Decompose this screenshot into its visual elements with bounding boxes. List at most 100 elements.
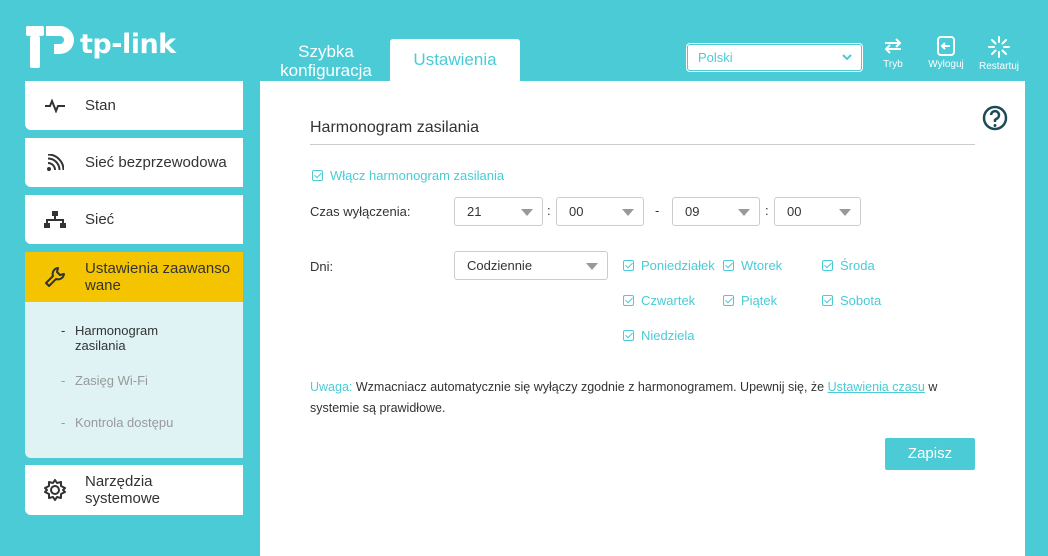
sidebar-item-label: Ustawienia zaawanso: [85, 260, 231, 277]
tp-link-logo: tp-link: [24, 18, 176, 70]
sidebar-item-status[interactable]: Stan: [25, 81, 243, 130]
submenu-item-access-control[interactable]: - Kontrola dostępu: [61, 415, 174, 430]
language-select[interactable]: Polski: [687, 44, 862, 71]
logout-button[interactable]: Wyloguj: [924, 36, 968, 70]
day-checkbox-tuesday[interactable]: Wtorek: [723, 258, 782, 273]
enable-schedule-checkbox[interactable]: Włącz harmonogram zasilania: [312, 168, 504, 183]
title-divider: [310, 144, 975, 145]
sidebar-item-label: Sieć bezprzewodowa: [85, 154, 227, 171]
main-panel: [260, 81, 1025, 556]
sidebar-item-label: Sieć: [85, 211, 115, 228]
help-button[interactable]: [982, 105, 1008, 136]
time-settings-link[interactable]: Ustawienia czasu: [828, 380, 925, 394]
day-checkbox-friday[interactable]: Piątek: [723, 293, 777, 308]
start-minute-select[interactable]: 00: [556, 197, 644, 226]
checkbox-checked-icon: [822, 295, 833, 306]
submenu-dash: -: [61, 415, 66, 430]
sidebar-item-network[interactable]: Sieć: [25, 195, 243, 244]
checkbox-checked-icon: [623, 295, 634, 306]
restart-label: Restartuj: [978, 61, 1019, 72]
tab-quick-setup[interactable]: Szybka konfiguracja: [262, 42, 390, 84]
enable-schedule-label: Włącz harmonogram zasilania: [330, 168, 505, 183]
start-hour-value: 21: [467, 204, 482, 219]
days-label: Dni:: [310, 259, 334, 274]
save-button[interactable]: Zapisz: [885, 438, 975, 470]
mode-button[interactable]: Tryb: [871, 36, 915, 70]
day-checkbox-monday[interactable]: Poniedziałek: [623, 258, 715, 273]
submenu-item-wifi-coverage[interactable]: - Zasięg Wi-Fi: [61, 373, 148, 388]
sidebar-item-system-tools[interactable]: Narzędzia systemowe: [25, 465, 243, 515]
end-hour-select[interactable]: 09: [672, 197, 760, 226]
submenu-item-label: Harmonogram: [75, 323, 159, 338]
end-hour-value: 09: [685, 204, 700, 219]
day-label: Wtorek: [741, 258, 783, 273]
time-colon: :: [765, 203, 769, 218]
tab-quick-setup-line2: konfiguracja: [280, 61, 372, 80]
wrench-icon: [25, 266, 85, 288]
sidebar-item-advanced-text: Ustawienia zaawanso wane: [85, 260, 230, 294]
sidebar-item-label: Stan: [85, 97, 116, 114]
start-minute-value: 00: [569, 204, 584, 219]
submenu-item-label: Kontrola dostępu: [75, 415, 174, 430]
submenu-item-label: Zasięg Wi-Fi: [75, 373, 148, 388]
day-checkbox-thursday[interactable]: Czwartek: [623, 293, 695, 308]
end-minute-select[interactable]: 00: [774, 197, 861, 226]
checkbox-checked-icon: [623, 330, 634, 341]
tab-quick-setup-line1: Szybka: [298, 42, 354, 61]
restart-button[interactable]: Restartuj: [977, 36, 1021, 72]
note-key: Uwaga:: [310, 380, 353, 394]
dropdown-arrow-icon: [521, 209, 533, 216]
note-body: Wzmacniacz automatycznie się wyłączy zgo…: [355, 380, 825, 394]
dropdown-arrow-icon: [839, 209, 851, 216]
day-label: Poniedziałek: [641, 258, 715, 273]
dropdown-arrow-icon: [586, 263, 598, 270]
language-value: Polski: [698, 50, 733, 65]
mode-label: Tryb: [883, 59, 903, 70]
sidebar-item-advanced[interactable]: Ustawienia zaawanso wane: [25, 252, 243, 302]
day-label: Piątek: [741, 293, 778, 308]
submenu-dash: -: [61, 373, 66, 388]
help-icon: [982, 105, 1008, 131]
dropdown-arrow-icon: [738, 209, 750, 216]
gear-icon: [25, 479, 85, 501]
wireless-icon: [25, 153, 85, 172]
network-icon: [25, 210, 85, 229]
day-label: Sobota: [840, 293, 882, 308]
logout-label: Wyloguj: [928, 59, 964, 70]
sidebar-item-wireless[interactable]: Sieć bezprzewodowa: [25, 138, 243, 187]
submenu-dash: -: [61, 323, 66, 338]
dropdown-arrow-icon: [622, 209, 634, 216]
days-mode-select[interactable]: Codziennie: [454, 251, 608, 280]
tab-settings[interactable]: Ustawienia: [390, 39, 520, 81]
time-range-dash: -: [655, 203, 660, 218]
checkbox-checked-icon: [723, 260, 734, 271]
off-time-label: Czas wyłączenia:: [310, 204, 411, 219]
note-text: Uwaga: Wzmacniacz automatycznie się wyłą…: [310, 377, 960, 419]
day-label: Czwartek: [641, 293, 696, 308]
pulse-icon: [25, 98, 85, 113]
submenu-item-label-cont: zasilania: [75, 338, 126, 353]
checkbox-checked-icon: [723, 295, 734, 306]
chevron-down-icon: [841, 45, 853, 78]
mode-swap-icon: [884, 38, 902, 54]
sidebar-item-label: Narzędzia: [85, 473, 153, 490]
day-label: Niedziela: [641, 328, 695, 343]
end-minute-value: 00: [787, 204, 802, 219]
submenu-advanced: - Harmonogram zasilania - Zasięg Wi-Fi -…: [25, 302, 243, 458]
tp-link-logo-icon: [26, 26, 74, 68]
logo-text: tp-link: [80, 28, 176, 60]
sidebar-item-system-tools-text: Narzędzia systemowe: [85, 473, 160, 507]
sidebar-item-label-cont: systemowe: [85, 490, 161, 507]
checkbox-checked-icon: [312, 170, 323, 181]
checkbox-checked-icon: [623, 260, 634, 271]
day-checkbox-wednesday[interactable]: Środa: [822, 258, 875, 273]
day-checkbox-saturday[interactable]: Sobota: [822, 293, 881, 308]
day-label: Środa: [840, 258, 875, 273]
restart-icon: [988, 36, 1010, 58]
sidebar-item-label-cont: wane: [85, 277, 121, 294]
page-title: Harmonogram zasilania: [310, 119, 479, 136]
checkbox-checked-icon: [822, 260, 833, 271]
day-checkbox-sunday[interactable]: Niedziela: [623, 328, 694, 343]
start-hour-select[interactable]: 21: [454, 197, 543, 226]
submenu-item-power-schedule[interactable]: - Harmonogram zasilania: [61, 323, 159, 353]
